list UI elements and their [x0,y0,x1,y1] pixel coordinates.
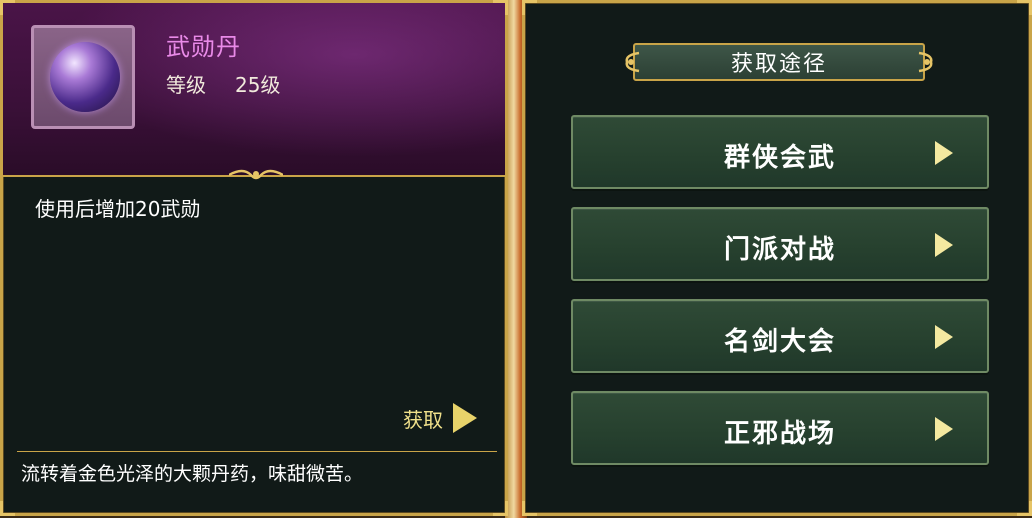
item-description: 流转着金色光泽的大颗丹药，味甜微苦。 [21,463,364,485]
item-icon-frame [31,25,135,129]
corner-ornament [493,501,508,516]
scroll-ornament-icon [918,51,933,73]
item-level-value: 25级 [235,73,281,97]
source-button-mingjian[interactable]: 名剑大会 [571,299,989,373]
sources-title: 获取途径 [730,52,827,77]
source-button-label: 群侠会武 [723,143,836,173]
play-arrow-icon [935,141,953,165]
corner-ornament [522,501,537,516]
obtain-button[interactable]: 获取 [403,401,477,435]
item-header: 武勋丹 等级 25级 [3,3,505,177]
obtain-label: 获取 [403,407,443,432]
corner-ornament [1017,501,1032,516]
source-button-label: 正邪战场 [723,419,836,449]
source-button-zhengxie[interactable]: 正邪战场 [571,391,989,465]
header-divider-ornament [229,169,283,180]
source-button-label: 门派对战 [723,235,836,265]
source-button-label: 名剑大会 [723,327,836,357]
play-arrow-icon [935,417,953,441]
sources-title-plate: 获取途径 [625,43,933,81]
item-name: 武勋丹 [166,33,241,61]
source-button-menpai[interactable]: 门派对战 [571,207,989,281]
item-level-label: 等级 [166,73,206,97]
purple-orb-icon [50,42,120,112]
play-arrow-icon [935,233,953,257]
play-arrow-icon [453,403,477,433]
source-button-qunxia[interactable]: 群侠会武 [571,115,989,189]
corner-ornament [1017,0,1032,15]
item-effect-text: 使用后增加20武勋 [35,197,201,221]
corner-ornament [522,0,537,15]
divider [17,451,497,452]
play-arrow-icon [935,325,953,349]
obtain-sources-panel: 获取途径 群侠会武 门派对战 名剑大会 正邪战场 [522,0,1032,516]
scroll-ornament-icon [625,51,640,73]
item-info-panel: 武勋丹 等级 25级 使用后增加20武勋 获取 流转着金色光泽的大颗丹药，味甜微… [0,0,508,516]
corner-ornament [0,501,15,516]
